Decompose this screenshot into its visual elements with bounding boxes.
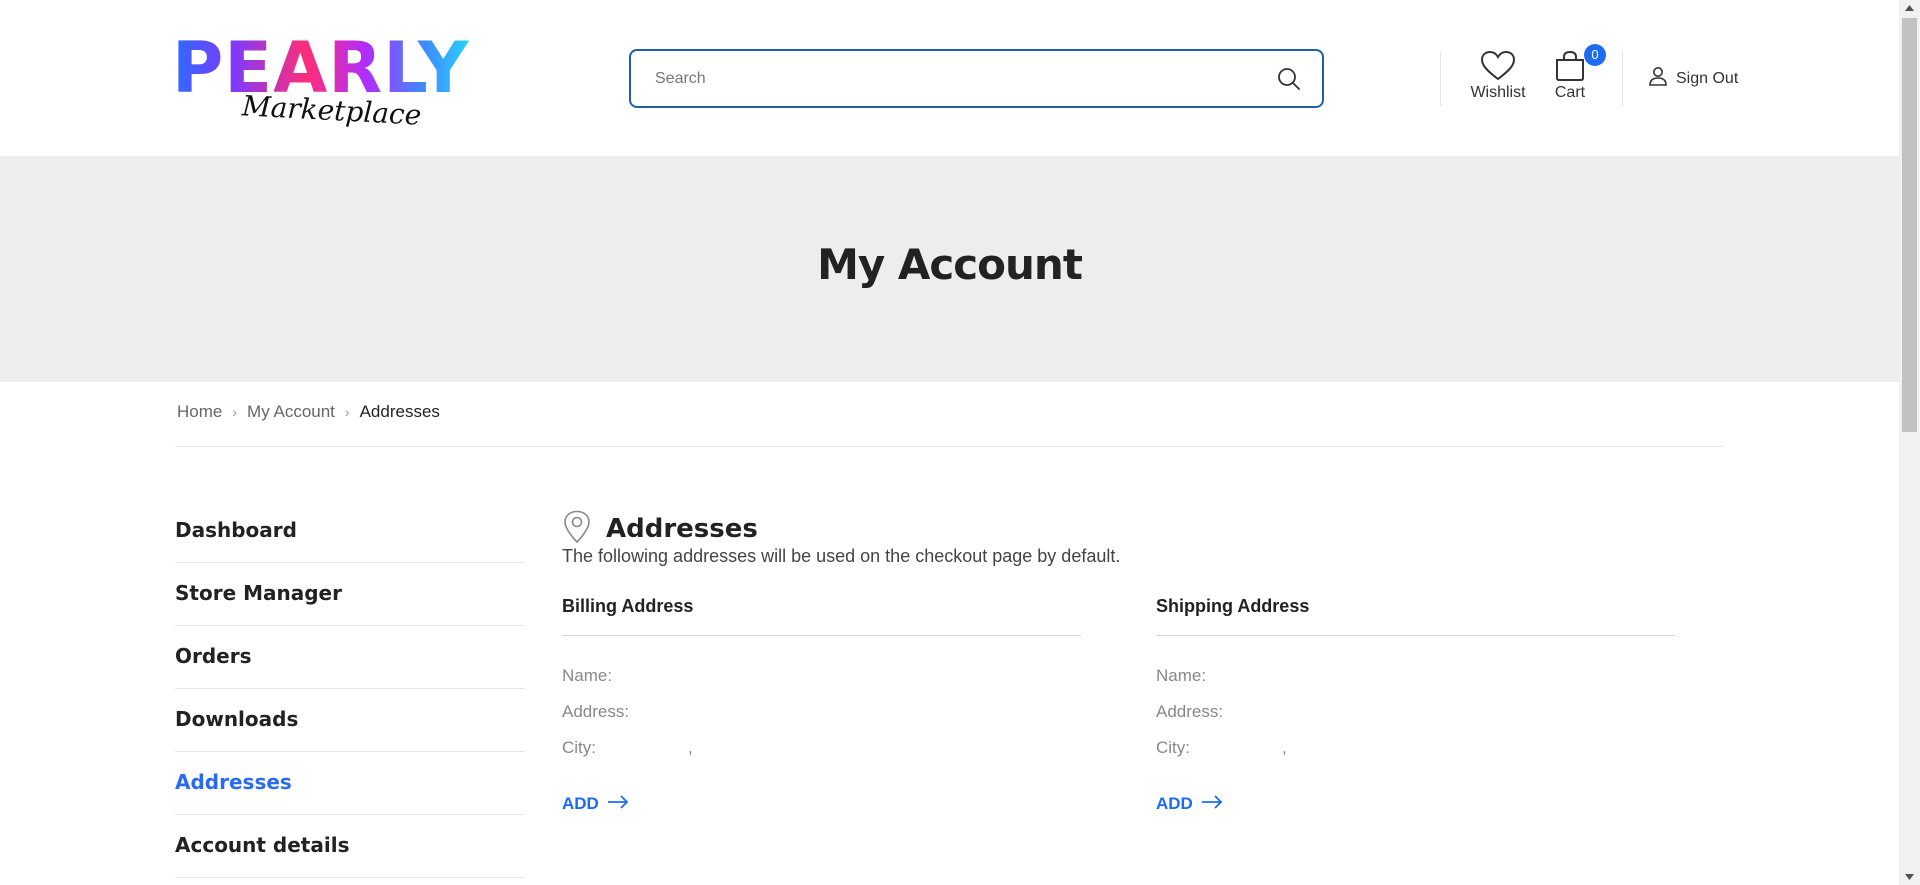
arrow-right-icon	[1201, 794, 1223, 814]
billing-city-label: City:	[562, 738, 596, 757]
page-scrollbar[interactable]	[1899, 0, 1920, 885]
section-header: Addresses	[562, 510, 758, 548]
breadcrumb-home[interactable]: Home	[177, 402, 222, 422]
arrow-right-icon	[607, 794, 629, 814]
header-divider	[1440, 52, 1441, 106]
sidebar-item-orders[interactable]: Orders	[175, 626, 525, 689]
sidebar-item-dashboard[interactable]: Dashboard	[175, 500, 525, 563]
section-title: Addresses	[606, 514, 758, 544]
scroll-up-icon[interactable]	[1899, 0, 1920, 17]
wishlist-link[interactable]: Wishlist	[1470, 50, 1526, 102]
breadcrumb-my-account[interactable]: My Account	[247, 402, 335, 422]
sidebar-item-store-manager[interactable]: Store Manager	[175, 563, 525, 626]
search-icon[interactable]	[1276, 66, 1302, 92]
billing-add-button[interactable]: ADD	[562, 794, 629, 814]
sidebar-item-account-details[interactable]: Account details	[175, 815, 525, 878]
shipping-address-title: Shipping Address	[1156, 596, 1675, 636]
cart-count-badge: 0	[1584, 44, 1606, 66]
shipping-address-card: Shipping Address Name: Address: City: , …	[1156, 596, 1675, 813]
billing-add-label: ADD	[562, 794, 599, 813]
header-divider	[1622, 52, 1623, 106]
billing-address-label: Address:	[562, 702, 630, 721]
site-header: PEARLY Marketplace Wishlist Cart 0 Sign …	[0, 0, 1899, 156]
search-box	[629, 49, 1324, 108]
divider	[175, 446, 1724, 447]
shipping-add-label: ADD	[1156, 794, 1193, 813]
shipping-address-label: Address:	[1156, 702, 1224, 721]
sidebar-item-downloads[interactable]: Downloads	[175, 689, 525, 752]
breadcrumb: Home › My Account › Addresses	[177, 402, 440, 422]
shipping-name-label: Name:	[1156, 666, 1207, 685]
wishlist-label: Wishlist	[1470, 84, 1526, 101]
shipping-city-separator: ,	[1282, 738, 1287, 757]
heart-icon	[1470, 50, 1526, 82]
page-banner: My Account	[0, 156, 1899, 382]
billing-address-card: Billing Address Name: Address: City: , A…	[562, 596, 1081, 813]
breadcrumb-current: Addresses	[359, 402, 440, 421]
sign-out-label: Sign Out	[1676, 69, 1739, 87]
search-input[interactable]	[655, 51, 1255, 106]
sidebar-item-addresses[interactable]: Addresses	[175, 752, 525, 815]
chevron-right-icon: ›	[232, 404, 238, 420]
account-sidebar: Dashboard Store Manager Orders Downloads…	[175, 500, 525, 878]
user-icon	[1648, 66, 1668, 91]
map-pin-icon	[562, 510, 592, 548]
shipping-add-button[interactable]: ADD	[1156, 794, 1223, 814]
site-logo[interactable]: PEARLY Marketplace	[172, 33, 469, 134]
billing-name-label: Name:	[562, 666, 613, 685]
billing-city-separator: ,	[688, 738, 693, 757]
scroll-down-icon[interactable]	[1899, 868, 1920, 885]
cart-link[interactable]: Cart 0	[1550, 44, 1606, 102]
billing-address-title: Billing Address	[562, 596, 1081, 636]
section-description: The following addresses will be used on …	[562, 546, 1121, 566]
logo-wordmark: PEARLY	[172, 27, 470, 109]
scrollbar-thumb[interactable]	[1902, 18, 1917, 432]
chevron-right-icon: ›	[344, 404, 350, 420]
cart-label: Cart	[1554, 84, 1586, 101]
sign-out-link[interactable]: Sign Out	[1648, 66, 1738, 91]
page-title: My Account	[817, 240, 1083, 289]
shipping-city-label: City:	[1156, 738, 1190, 757]
